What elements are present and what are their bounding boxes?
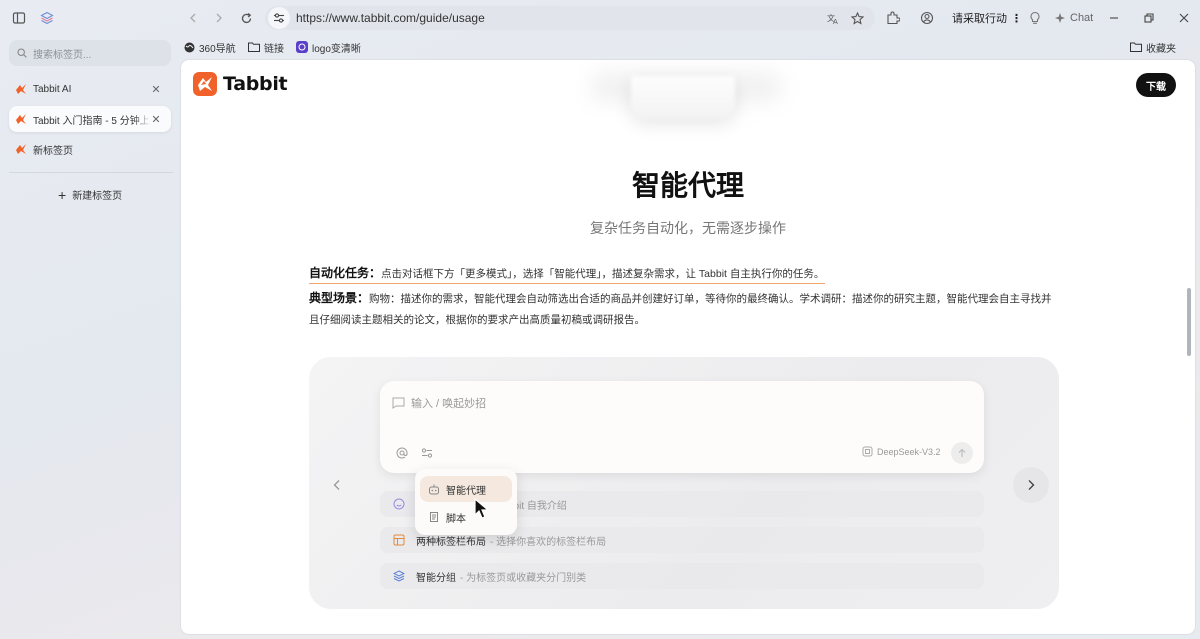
menu-item-agent[interactable]: 智能代理 (420, 476, 512, 502)
highlight-underline (309, 283, 825, 284)
scenario-paragraph: 典型场景：购物：描述你的需求，智能代理会自动筛选出合适的商品并创建好订单，等待你… (309, 288, 1059, 331)
blurred-overlay (631, 76, 735, 118)
folder-icon (1130, 42, 1142, 52)
tabbit-logo-icon (15, 113, 27, 125)
tabbit-sparkle-icon (1054, 12, 1066, 24)
model-selector[interactable]: DeepSeek-V3.2 (862, 446, 941, 457)
feature-paragraph: 自动化任务：点击对话框下方「更多模式」，选择「智能代理」，描述复杂需求，让 Ta… (309, 263, 1059, 285)
bookmark-label: 360导航 (199, 43, 236, 55)
bookmark-item[interactable]: logo变清晰 (296, 39, 361, 55)
suggestion-item[interactable]: 智能分组 - 为标签页或收藏夹分门别类 (380, 563, 984, 589)
search-icon (17, 48, 27, 58)
bookmark-label: 链接 (264, 43, 284, 55)
bookmark-item[interactable]: 链接 (248, 39, 284, 55)
chat-input-box[interactable]: 输入 / 唤起妙招 DeepSeek-V3.2 (380, 381, 984, 473)
brand[interactable]: Tabbit (193, 72, 288, 96)
page-content: Tabbit 下载 智能代理 复杂任务自动化，无需逐步操作 自动化任务：点击对话… (181, 60, 1195, 634)
globe-icon (184, 42, 195, 53)
sidebar-toggle-icon[interactable] (9, 8, 29, 28)
folder-icon (248, 42, 260, 52)
profile-icon[interactable] (917, 8, 937, 28)
app-icon (296, 41, 308, 53)
next-slide-button[interactable] (1013, 467, 1049, 503)
svg-text:A: A (833, 18, 838, 25)
tabbit-logo-icon (193, 72, 217, 96)
forward-icon[interactable] (209, 8, 229, 28)
at-mention-icon[interactable] (394, 445, 410, 461)
suggestion-desc: - 为标签页或收藏夹分门别类 (460, 572, 587, 584)
call-to-action-label: 请采取行动 (952, 13, 1007, 25)
demo-card: 输入 / 唤起妙招 DeepSeek-V3.2 bbit 自我介绍 两种标签栏布… (309, 357, 1059, 609)
menu-item-label: 智能代理 (446, 485, 486, 497)
model-name: DeepSeek-V3.2 (877, 446, 941, 457)
tab-label: 新标签页 (33, 145, 73, 157)
browser-toolbar: https://www.tabbit.com/guide/usage 文A 请采… (0, 0, 1200, 36)
bookmark-star-icon[interactable] (847, 8, 867, 28)
new-tab-button[interactable]: + 新建标签页 (58, 186, 123, 203)
lightbulb-icon[interactable] (1025, 8, 1045, 28)
model-icon (862, 446, 873, 457)
sidebar-divider (9, 172, 173, 173)
mode-menu: 智能代理 脚本 (415, 469, 517, 535)
back-icon[interactable] (183, 8, 203, 28)
bookmark-item[interactable]: 360导航 (184, 39, 236, 55)
address-bar[interactable]: https://www.tabbit.com/guide/usage 文A (265, 6, 875, 30)
translate-icon[interactable]: 文A (823, 8, 843, 28)
site-settings-icon[interactable] (268, 7, 290, 29)
scenario-text: 购物：描述你的需求，智能代理会自动筛选出合适的商品并创建好订单，等待你的最终确认… (309, 293, 1052, 326)
feature-label: 自动化任务： (309, 266, 382, 280)
chat-input[interactable]: 输入 / 唤起妙招 (392, 395, 486, 411)
stack-icon (392, 569, 406, 583)
extensions-icon[interactable] (883, 8, 903, 28)
more-vertical-icon: ⋮ (1011, 12, 1022, 25)
call-to-action-button[interactable]: 请采取行动 ⋮ (946, 7, 1028, 29)
page-subtitle: 复杂任务自动化，无需逐步操作 (590, 220, 786, 236)
page-scrollbar[interactable] (1187, 288, 1191, 356)
sidebar-tab-new[interactable]: 新标签页 (9, 136, 171, 162)
chat-label: Chat (1070, 12, 1094, 24)
minimize-icon[interactable] (1104, 8, 1124, 28)
message-icon (392, 397, 405, 409)
tabbit-logo-icon (15, 143, 27, 155)
bookmarks-bar: 360导航 链接 logo变清晰 收藏夹 (180, 36, 1200, 58)
prev-slide-button[interactable] (319, 467, 355, 503)
send-button[interactable] (951, 442, 973, 464)
sidebar-tab-guide[interactable]: Tabbit 入门指南 - 5 分钟上手 ✕ (9, 106, 171, 132)
tabbit-logo-icon (15, 83, 27, 95)
restore-icon[interactable] (1139, 8, 1159, 28)
close-tab-icon[interactable]: ✕ (149, 82, 163, 96)
tab-label: Tabbit 入门指南 - 5 分钟上手 (33, 115, 151, 127)
close-tab-icon[interactable]: ✕ (149, 112, 163, 126)
suggestion-title: 智能分组 (416, 572, 456, 584)
page-title: 智能代理 (631, 169, 744, 202)
brand-name: Tabbit (223, 73, 288, 95)
feature-text: 点击对话框下方「更多模式」，选择「智能代理」，描述复杂需求，让 Tabbit 自… (381, 268, 825, 280)
new-tab-label: 新建标签页 (72, 191, 123, 202)
script-icon (428, 511, 440, 523)
close-window-icon[interactable] (1174, 8, 1194, 28)
layout-icon (392, 533, 406, 547)
sidebar-tab-tabbit-ai[interactable]: Tabbit AI ✕ (9, 76, 171, 102)
reload-icon[interactable] (236, 8, 256, 28)
tab-sidebar: 搜索标签页... Tabbit AI ✕ Tabbit 入门指南 - 5 分钟上… (0, 36, 180, 639)
chat-button[interactable]: Chat (1048, 7, 1099, 29)
tab-search-placeholder: 搜索标签页... (33, 49, 92, 61)
plus-icon: + (58, 186, 67, 203)
bookmarks-folder[interactable]: 收藏夹 (1130, 39, 1176, 55)
tab-label: Tabbit AI (33, 83, 72, 95)
chat-input-placeholder: 输入 / 唤起妙招 (411, 398, 487, 410)
download-button[interactable]: 下载 (1136, 73, 1176, 97)
menu-item-script[interactable]: 脚本 (420, 504, 512, 530)
smile-icon (392, 497, 406, 511)
robot-icon (428, 484, 440, 495)
url-text[interactable]: https://www.tabbit.com/guide/usage (296, 11, 485, 25)
more-modes-icon[interactable] (419, 445, 435, 461)
menu-item-label: 脚本 (446, 513, 466, 525)
tab-search-input[interactable]: 搜索标签页... (9, 40, 171, 66)
layers-icon[interactable] (37, 8, 57, 28)
mouse-cursor-icon (474, 498, 490, 520)
scenario-label: 典型场景： (309, 291, 370, 305)
bookmark-label: logo变清晰 (312, 43, 361, 55)
bookmarks-folder-label: 收藏夹 (1146, 43, 1176, 55)
